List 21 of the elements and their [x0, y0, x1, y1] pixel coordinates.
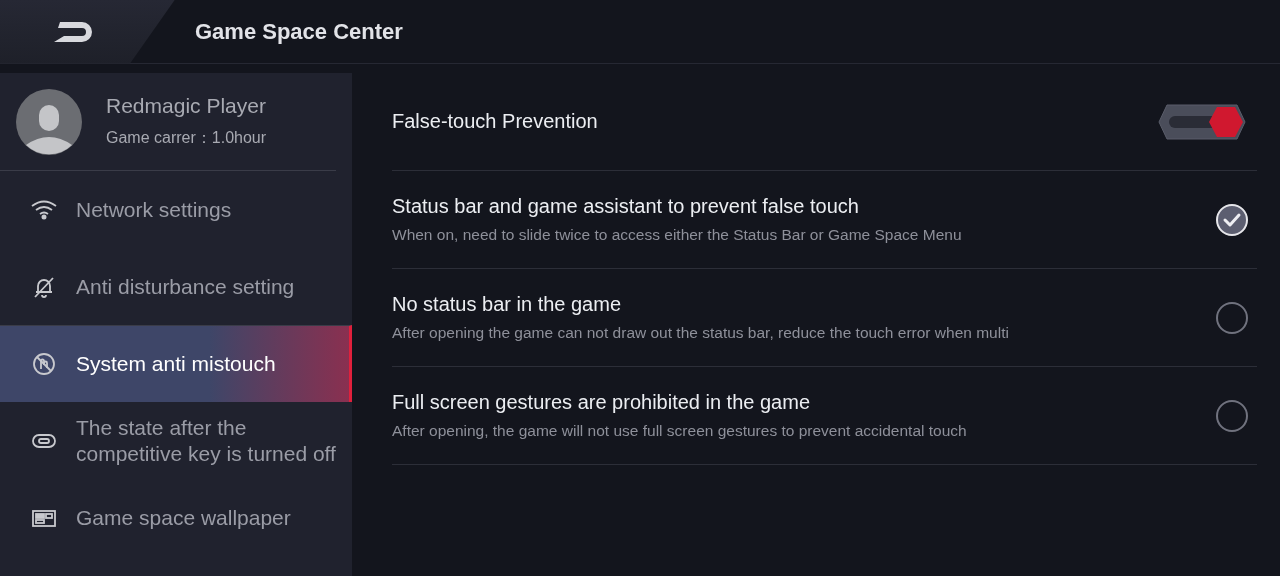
sidebar-item[interactable]: Game space wallpaper — [0, 479, 352, 556]
setting-description: After opening, the game will not use full screen gestures to prevent accidental touch — [392, 422, 967, 440]
player-name: Redmagic Player — [106, 94, 267, 118]
check-circle[interactable] — [1215, 300, 1249, 335]
game-time: Game carrer：1.0hour — [106, 128, 267, 148]
sidebar-item[interactable]: System anti mistouch — [0, 325, 352, 402]
setting-description: After opening the game can not draw out the status bar, reduce the touch error when multi — [392, 324, 1009, 342]
sidebar-item[interactable]: Anti disturbance setting — [0, 248, 352, 325]
setting-title: False-touch Prevention — [392, 110, 598, 133]
setting-description: When on, need to slide twice to access either the Status Bar or Game Space Menu — [392, 226, 962, 244]
sidebar-item[interactable]: Network settings — [0, 171, 352, 248]
check-circle[interactable] — [1215, 398, 1249, 433]
back-button[interactable] — [0, 0, 175, 64]
toggle-switch[interactable] — [1157, 102, 1247, 141]
setting-title: No status bar in the game — [392, 293, 622, 316]
sidebar-item[interactable]: The state after the competitive key is turned off — [0, 402, 352, 479]
setting-title: Full screen gestures are prohibited in the game — [392, 391, 811, 414]
hand-off-icon — [30, 352, 58, 376]
page-title: Game Space Center — [195, 18, 403, 45]
avatar-icon — [16, 88, 82, 155]
setting-title: Status bar and game assistant to prevent false touch — [392, 195, 860, 218]
